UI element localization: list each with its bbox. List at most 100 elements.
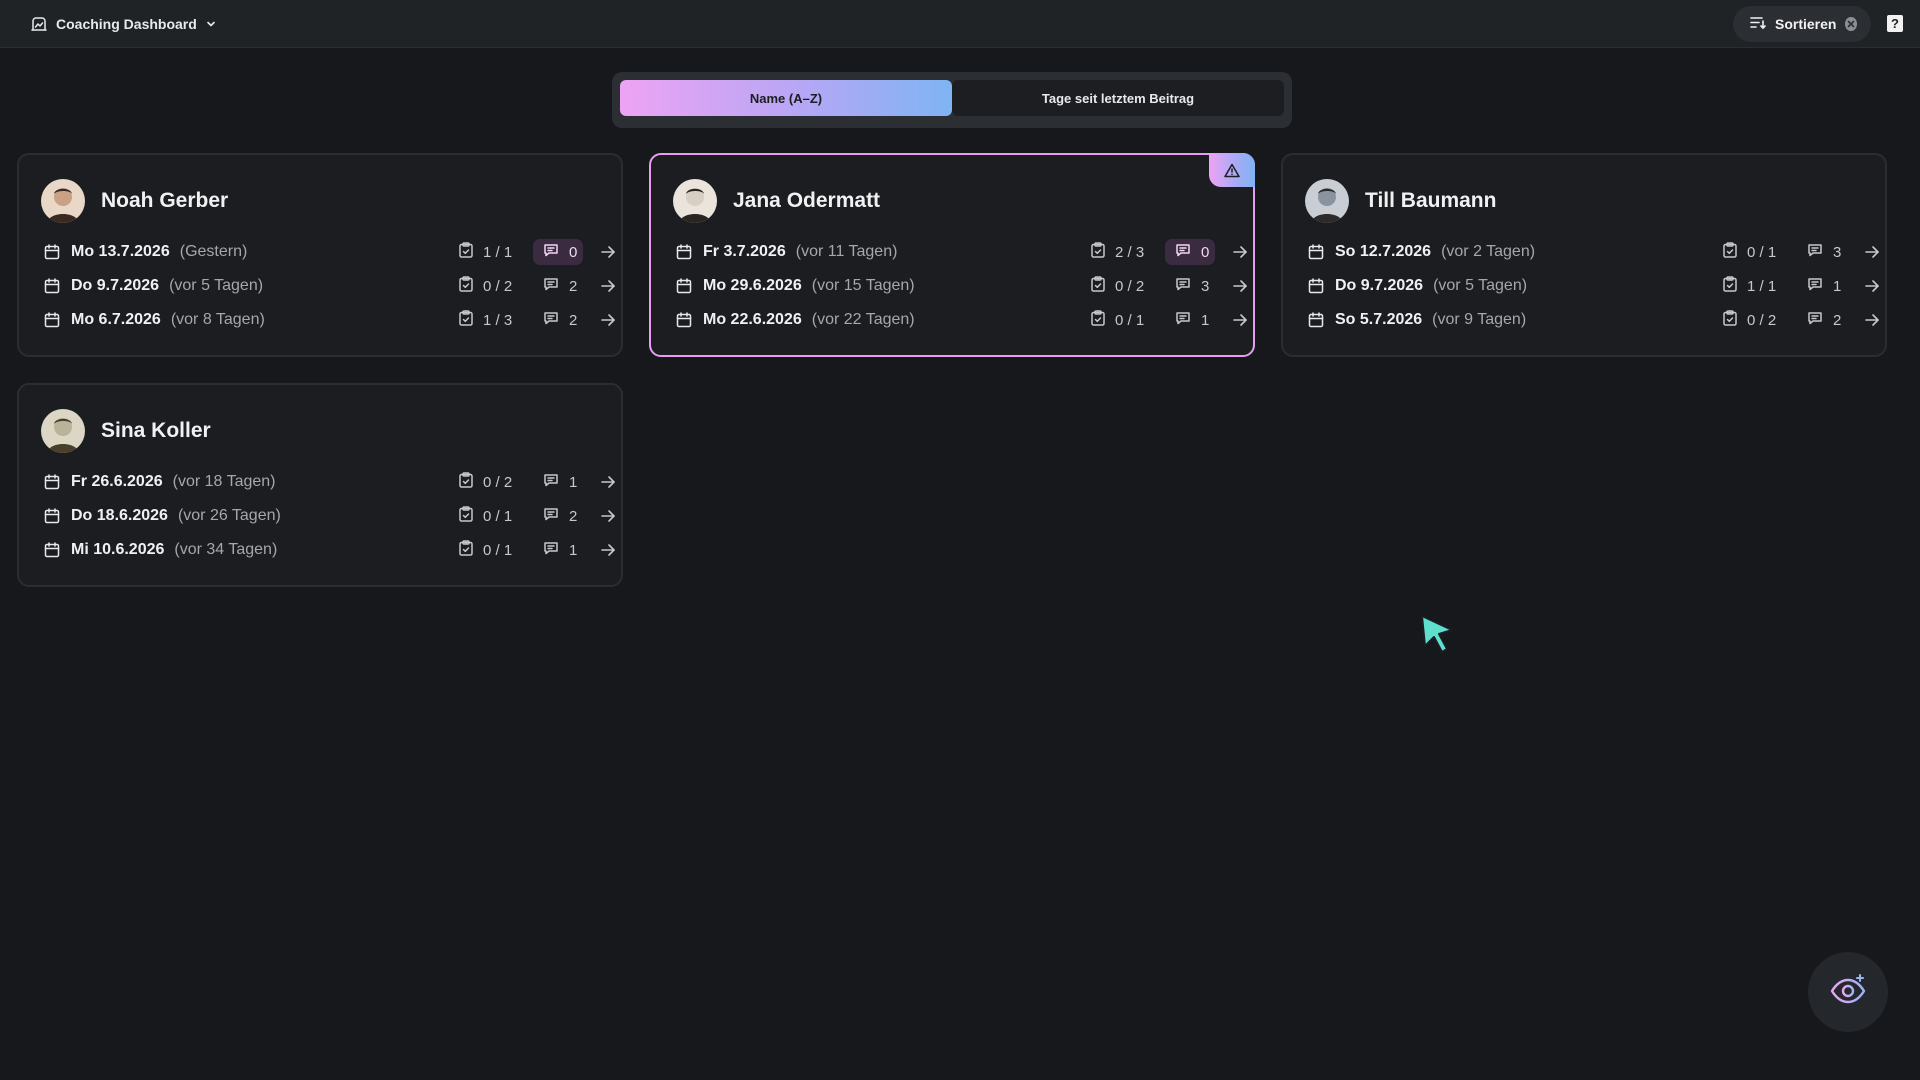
- entry-row[interactable]: Do 9.7.2026 (vor 5 Tagen) 0 / 2 2: [43, 269, 615, 303]
- clipboard-check-icon: [457, 241, 475, 263]
- task-count-value: 0 / 1: [483, 507, 513, 525]
- entry-date: Mo 6.7.2026: [71, 311, 161, 328]
- coachee-name: Jana Odermatt: [733, 189, 881, 212]
- sort-label: Sortieren: [1775, 16, 1837, 32]
- entry-row[interactable]: So 12.7.2026 (vor 2 Tagen) 0 / 1 3: [1307, 235, 1879, 269]
- comment-count-value: 1: [1833, 277, 1842, 295]
- arrow-right-icon[interactable]: [1863, 243, 1881, 261]
- entry-relative-date: (vor 18 Tagen): [172, 473, 276, 490]
- comment-icon: [1807, 310, 1823, 330]
- clipboard-check-icon: [457, 309, 475, 331]
- entry-date: So 5.7.2026: [1335, 311, 1423, 328]
- entry-row[interactable]: Do 9.7.2026 (vor 5 Tagen) 1 / 1 1: [1307, 269, 1879, 303]
- arrow-right-icon[interactable]: [599, 507, 617, 525]
- clipboard-check-icon: [1721, 309, 1739, 331]
- entry-row[interactable]: Do 18.6.2026 (vor 26 Tagen) 0 / 1 2: [43, 499, 615, 533]
- entry-row[interactable]: Mo 6.7.2026 (vor 8 Tagen) 1 / 3 2: [43, 303, 615, 337]
- entry-row[interactable]: Mo 29.6.2026 (vor 15 Tagen) 0 / 2 3: [675, 269, 1247, 303]
- arrow-right-icon[interactable]: [1231, 243, 1249, 261]
- clipboard-check-icon: [457, 505, 475, 527]
- task-count: 0 / 2: [1089, 276, 1144, 295]
- arrow-right-icon[interactable]: [599, 243, 617, 261]
- arrow-right-icon[interactable]: [599, 277, 617, 295]
- entry-row[interactable]: Fr 3.7.2026 (vor 11 Tagen) 2 / 3 0: [675, 235, 1247, 269]
- calendar-icon: [43, 473, 61, 491]
- coachee-name: Noah Gerber: [101, 189, 229, 212]
- sort-option-days-since-post[interactable]: Tage seit letztem Beitrag: [952, 80, 1284, 116]
- clipboard-check-icon: [1089, 309, 1107, 331]
- entry-row[interactable]: Mo 13.7.2026 (Gestern) 1 / 1 0: [43, 235, 615, 269]
- comment-count: 0: [533, 239, 583, 265]
- dashboard-switcher[interactable]: Coaching Dashboard: [30, 12, 217, 36]
- task-count: 0 / 1: [1721, 241, 1776, 263]
- comment-count: 1: [1165, 307, 1215, 333]
- comment-count: 2: [533, 273, 583, 299]
- coachee-card-jana-odermatt[interactable]: Jana Odermatt Fr 3.7.2026 (vor 11 Tagen)…: [649, 153, 1255, 357]
- entry-list: So 12.7.2026 (vor 2 Tagen) 0 / 1 3 Do 9.…: [1307, 235, 1879, 337]
- comment-count: 3: [1165, 273, 1215, 299]
- entry-relative-date: (vor 5 Tagen): [169, 277, 264, 294]
- comment-count: 0: [1165, 239, 1215, 265]
- coachee-card-noah-gerber[interactable]: Noah Gerber Mo 13.7.2026 (Gestern) 1 / 1: [17, 153, 623, 357]
- entry-date: Do 18.6.2026: [71, 507, 168, 524]
- sort-option-name[interactable]: Name (A–Z): [620, 80, 952, 116]
- task-count-value: 0 / 1: [1115, 311, 1145, 329]
- entry-row[interactable]: Mo 22.6.2026 (vor 22 Tagen) 0 / 1 1: [675, 303, 1247, 337]
- entry-relative-date: (vor 26 Tagen): [177, 507, 281, 524]
- arrow-right-icon[interactable]: [599, 311, 617, 329]
- coachee-name: Sina Koller: [101, 419, 211, 442]
- entry-relative-date: (vor 5 Tagen): [1433, 277, 1528, 294]
- chevron-down-icon: [205, 18, 217, 30]
- warning-icon[interactable]: [1209, 153, 1255, 187]
- entry-row[interactable]: Mi 10.6.2026 (vor 34 Tagen) 0 / 1 1: [43, 533, 615, 567]
- comment-icon: [1175, 310, 1191, 330]
- calendar-icon: [1307, 243, 1325, 261]
- arrow-right-icon[interactable]: [599, 473, 617, 491]
- entry-relative-date: (Gestern): [179, 243, 248, 260]
- task-count: 1 / 1: [457, 241, 512, 263]
- ai-assist-button[interactable]: [1808, 952, 1888, 1032]
- task-count: 0 / 2: [457, 276, 512, 295]
- clipboard-check-icon: [1089, 241, 1107, 263]
- task-count: 0 / 2: [1721, 309, 1776, 331]
- comment-count: 1: [1797, 273, 1847, 299]
- entry-relative-date: (vor 8 Tagen): [170, 311, 265, 328]
- comment-count-value: 2: [569, 507, 578, 525]
- comment-icon: [1807, 242, 1823, 262]
- entry-date: Mi 10.6.2026: [71, 541, 165, 558]
- calendar-icon: [1307, 311, 1325, 329]
- help-button[interactable]: ?: [1887, 15, 1903, 32]
- entry-relative-date: (vor 22 Tagen): [811, 311, 915, 328]
- sort-icon: [1750, 16, 1766, 33]
- comment-icon: [1807, 276, 1823, 296]
- sort-button[interactable]: Sortieren: [1733, 6, 1871, 42]
- entry-row[interactable]: So 5.7.2026 (vor 9 Tagen) 0 / 2 2: [1307, 303, 1879, 337]
- entry-list: Mo 13.7.2026 (Gestern) 1 / 1 0 Do 9.7.20…: [43, 235, 615, 337]
- entry-date: Fr 26.6.2026: [71, 473, 163, 490]
- clipboard-check-icon: [1721, 275, 1739, 297]
- entry-date: Mo 29.6.2026: [703, 277, 802, 294]
- comment-count-value: 2: [569, 311, 578, 329]
- arrow-right-icon[interactable]: [1231, 311, 1249, 329]
- clipboard-check-icon: [457, 471, 475, 493]
- comment-count-value: 3: [1201, 277, 1210, 295]
- arrow-right-icon[interactable]: [1863, 277, 1881, 295]
- coachee-card-till-baumann[interactable]: Till Baumann So 12.7.2026 (vor 2 Tagen) …: [1281, 153, 1887, 357]
- entry-row[interactable]: Fr 26.6.2026 (vor 18 Tagen) 0 / 2 1: [43, 465, 615, 499]
- task-count: 0 / 1: [1089, 309, 1145, 331]
- clear-sort-icon[interactable]: [1845, 17, 1857, 31]
- calendar-icon: [675, 243, 693, 261]
- comment-icon: [543, 540, 559, 560]
- arrow-right-icon[interactable]: [599, 541, 617, 559]
- arrow-right-icon[interactable]: [1863, 311, 1881, 329]
- task-count: 1 / 3: [457, 309, 512, 331]
- dashboard-title: Coaching Dashboard: [56, 16, 197, 32]
- entry-list: Fr 26.6.2026 (vor 18 Tagen) 0 / 2 1 Do 1…: [43, 465, 615, 567]
- entry-date: So 12.7.2026: [1335, 243, 1432, 260]
- clipboard-check-icon: [457, 539, 475, 561]
- comment-count-value: 0: [569, 243, 578, 261]
- clipboard-check-icon: [1721, 241, 1739, 263]
- comment-count: 1: [533, 469, 583, 495]
- arrow-right-icon[interactable]: [1231, 277, 1249, 295]
- coachee-card-sina-koller[interactable]: Sina Koller Fr 26.6.2026 (vor 18 Tagen) …: [17, 383, 623, 587]
